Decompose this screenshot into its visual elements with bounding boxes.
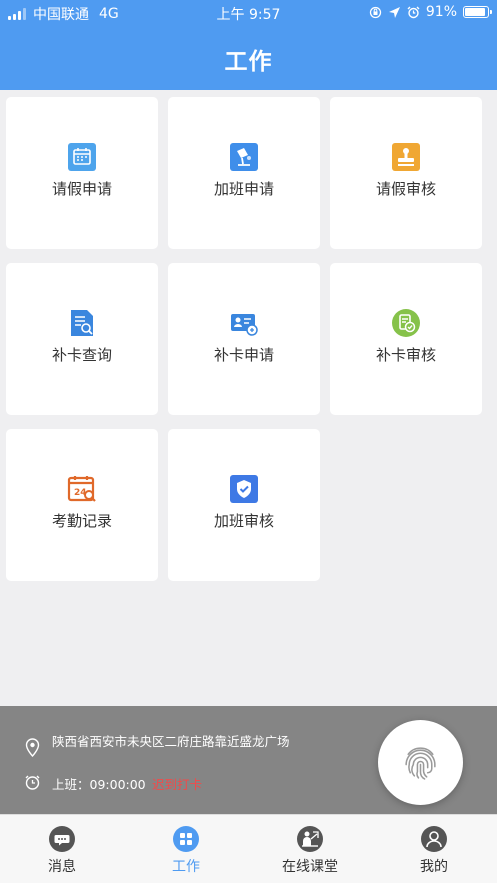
tile-label: 补卡查询 bbox=[51, 346, 112, 364]
tab-label: 工作 bbox=[172, 859, 200, 875]
approve-check-icon bbox=[391, 308, 421, 338]
tile-label: 加班审核 bbox=[213, 512, 274, 530]
location-arrow-icon bbox=[388, 6, 400, 18]
teacher-icon bbox=[296, 825, 324, 853]
tile-label: 加班申请 bbox=[213, 180, 274, 198]
desk-lamp-icon bbox=[229, 142, 259, 172]
status-bar: 中国联通 4G 上午 9:57 91% bbox=[0, 0, 497, 26]
chat-bubble-icon bbox=[48, 825, 76, 853]
tile-card-query[interactable]: 补卡查询 bbox=[6, 263, 158, 415]
tile-overtime-review[interactable]: 加班审核 bbox=[168, 429, 320, 581]
tile-label: 请假申请 bbox=[51, 180, 112, 198]
shift-time: 上班：09:00:00 bbox=[52, 777, 146, 792]
page-title: 工作 bbox=[224, 49, 273, 75]
tab-mine[interactable]: 我的 bbox=[372, 815, 496, 883]
rotation-lock-icon bbox=[369, 6, 382, 18]
tile-overtime-request[interactable]: 加班申请 bbox=[168, 97, 320, 249]
app-header: 中国联通 4G 上午 9:57 91% 工作 bbox=[0, 0, 497, 90]
document-search-icon bbox=[67, 308, 97, 338]
tab-label: 在线课堂 bbox=[282, 859, 338, 875]
tile-attendance-record[interactable]: 24 考勤记录 bbox=[6, 429, 158, 581]
stamp-icon bbox=[391, 142, 421, 172]
checkin-address: 陕西省西安市未央区二府庄路靠近盛龙广场 bbox=[52, 734, 290, 749]
battery-icon bbox=[463, 6, 492, 18]
fingerprint-icon bbox=[405, 747, 436, 780]
fingerprint-checkin-button[interactable] bbox=[378, 720, 463, 805]
battery-percent: 91% bbox=[425, 4, 457, 20]
shield-check-icon bbox=[229, 474, 259, 504]
tile-card-request[interactable]: 补卡申请 bbox=[168, 263, 320, 415]
calendar-icon bbox=[67, 142, 97, 172]
tab-label: 我的 bbox=[420, 859, 448, 875]
tile-leave-request[interactable]: 请假申请 bbox=[6, 97, 158, 249]
tile-label: 考勤记录 bbox=[51, 512, 112, 530]
tab-messages[interactable]: 消息 bbox=[0, 815, 124, 883]
tile-card-review[interactable]: 补卡审核 bbox=[330, 263, 482, 415]
alarm-icon bbox=[407, 6, 420, 18]
tab-online-classroom[interactable]: 在线课堂 bbox=[248, 815, 372, 883]
user-icon bbox=[420, 825, 448, 853]
id-card-icon bbox=[229, 308, 259, 338]
location-pin-icon bbox=[25, 738, 40, 757]
tile-label: 补卡申请 bbox=[213, 346, 274, 364]
tab-bar: 消息 工作 在线课堂 我的 bbox=[0, 814, 497, 883]
tab-work[interactable]: 工作 bbox=[124, 815, 248, 883]
attendance-calendar-icon: 24 bbox=[67, 474, 97, 504]
alarm-clock-icon bbox=[25, 775, 40, 790]
late-status: 迟到打卡 bbox=[152, 777, 203, 792]
tile-leave-review[interactable]: 请假审核 bbox=[330, 97, 482, 249]
tile-label: 补卡审核 bbox=[375, 346, 436, 364]
tile-label: 请假审核 bbox=[375, 180, 436, 198]
grid-icon bbox=[172, 825, 200, 853]
tab-label: 消息 bbox=[48, 859, 76, 875]
